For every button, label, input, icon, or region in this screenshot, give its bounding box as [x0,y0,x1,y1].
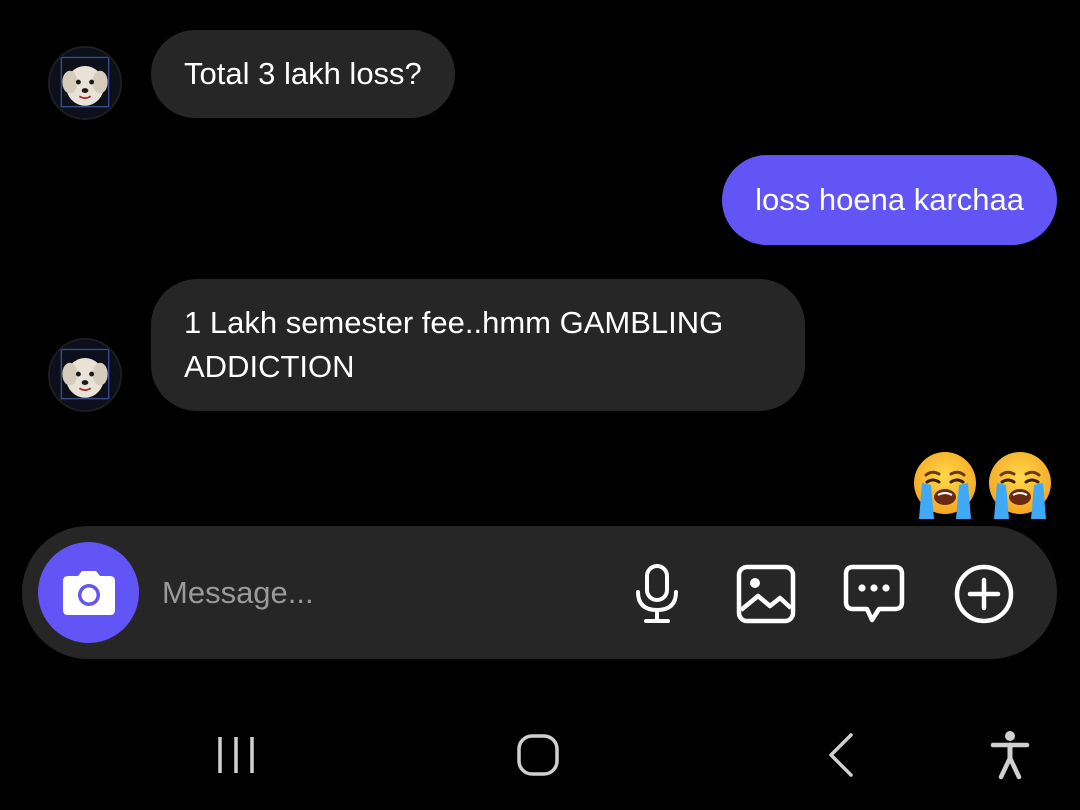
recent-apps-icon [218,737,254,773]
loudly-crying-face-icon [989,452,1051,519]
crying-face-emoji[interactable] [910,449,980,521]
camera-icon [62,570,115,615]
more-options-button[interactable] [952,562,1016,626]
message-bubble-outgoing[interactable]: loss hoena karchaa [722,155,1057,245]
gallery-icon [736,564,796,624]
chat-screen: Total 3 lakh loss? loss hoena karchaa 1 … [0,0,1080,810]
message-input[interactable] [162,568,582,618]
voice-message-button[interactable] [625,562,689,626]
message-composer [22,526,1057,659]
message-text: Total 3 lakh loss? [184,56,422,91]
accessibility-icon [990,731,1030,780]
dog-avatar-icon [50,48,120,118]
sticker-icon [843,564,905,623]
gallery-button[interactable] [734,562,798,626]
back-icon [829,733,853,777]
system-navigation-bar [0,700,1080,810]
dog-avatar-icon [50,340,120,410]
contact-avatar[interactable] [48,46,122,120]
plus-icon [954,564,1014,624]
recent-apps-button[interactable] [201,720,271,790]
sticker-button[interactable] [842,562,906,626]
message-text: 1 Lakh semester fee..hmm GAMBLING ADDICT… [184,305,724,384]
camera-button[interactable] [38,542,139,643]
microphone-icon [636,564,678,623]
message-bubble-incoming[interactable]: Total 3 lakh loss? [151,30,455,118]
crying-face-emoji[interactable] [985,449,1055,521]
home-icon [517,734,559,776]
contact-avatar[interactable] [48,338,122,412]
accessibility-button[interactable] [975,720,1045,790]
home-button[interactable] [503,720,573,790]
message-bubble-incoming[interactable]: 1 Lakh semester fee..hmm GAMBLING ADDICT… [151,279,805,411]
back-button[interactable] [806,720,876,790]
message-text: loss hoena karchaa [755,182,1024,217]
loudly-crying-face-icon [914,452,976,519]
